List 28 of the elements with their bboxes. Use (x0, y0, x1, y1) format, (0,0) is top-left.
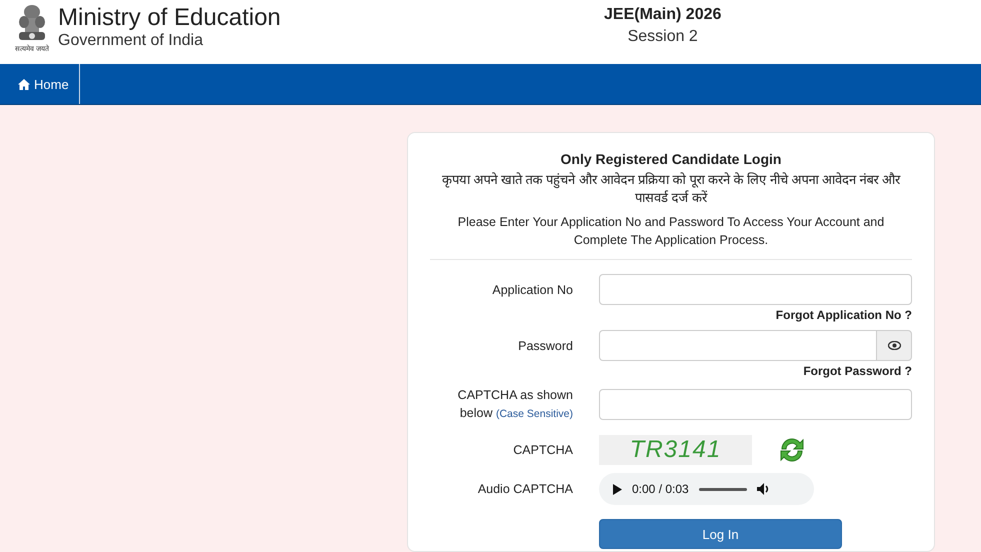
forgot-link[interactable]: Forgot Password ? (803, 364, 912, 378)
captcha-field[interactable] (599, 389, 912, 420)
application-no-field[interactable] (599, 274, 912, 305)
password-field[interactable] (599, 330, 876, 361)
refresh-icon[interactable] (778, 437, 806, 463)
field-label: Application No (491, 282, 573, 298)
exam-title: JEE(Main) 2026 (604, 5, 722, 25)
audio-captcha-label: Audio CAPTCHA (476, 481, 573, 498)
hindi-instruction: कृपया अपने खाते तक पहुंचने और आवेदन प्रक्रिया को पूरा करने के लिए नीचे अपना आवेदन नंबर और पासवर्ड दर्ज करें (440, 171, 902, 207)
audio-time: 0:00 / 0:03 (632, 482, 689, 496)
government-name: Government of India (58, 32, 204, 50)
audio-player[interactable]: 0:00 / 0:03 (599, 473, 814, 505)
login-title: Only Registered Candidate Login (560, 151, 782, 167)
field-label: Password (517, 338, 573, 354)
home-icon (18, 78, 30, 90)
eye-icon (888, 341, 900, 350)
ministry-name: Ministry of Education (58, 4, 281, 32)
volume-icon[interactable] (756, 483, 771, 495)
login-instruction: Please Enter Your Application No and Password To Access Your Account and Complete The Application Process. (430, 213, 912, 260)
field-label: CAPTCHA as shown below (Case Sensitive) (456, 387, 573, 422)
audio-progress-track[interactable] (698, 488, 747, 490)
captcha-label: CAPTCHA (512, 442, 573, 459)
login-button[interactable]: Log In (599, 519, 842, 549)
captcha-image: TR3141 (599, 435, 752, 465)
session-label: Session 2 (628, 27, 698, 47)
forgot-link[interactable]: Forgot Application No ? (776, 308, 912, 322)
show-password-button[interactable] (876, 330, 912, 361)
play-icon[interactable] (613, 484, 622, 494)
